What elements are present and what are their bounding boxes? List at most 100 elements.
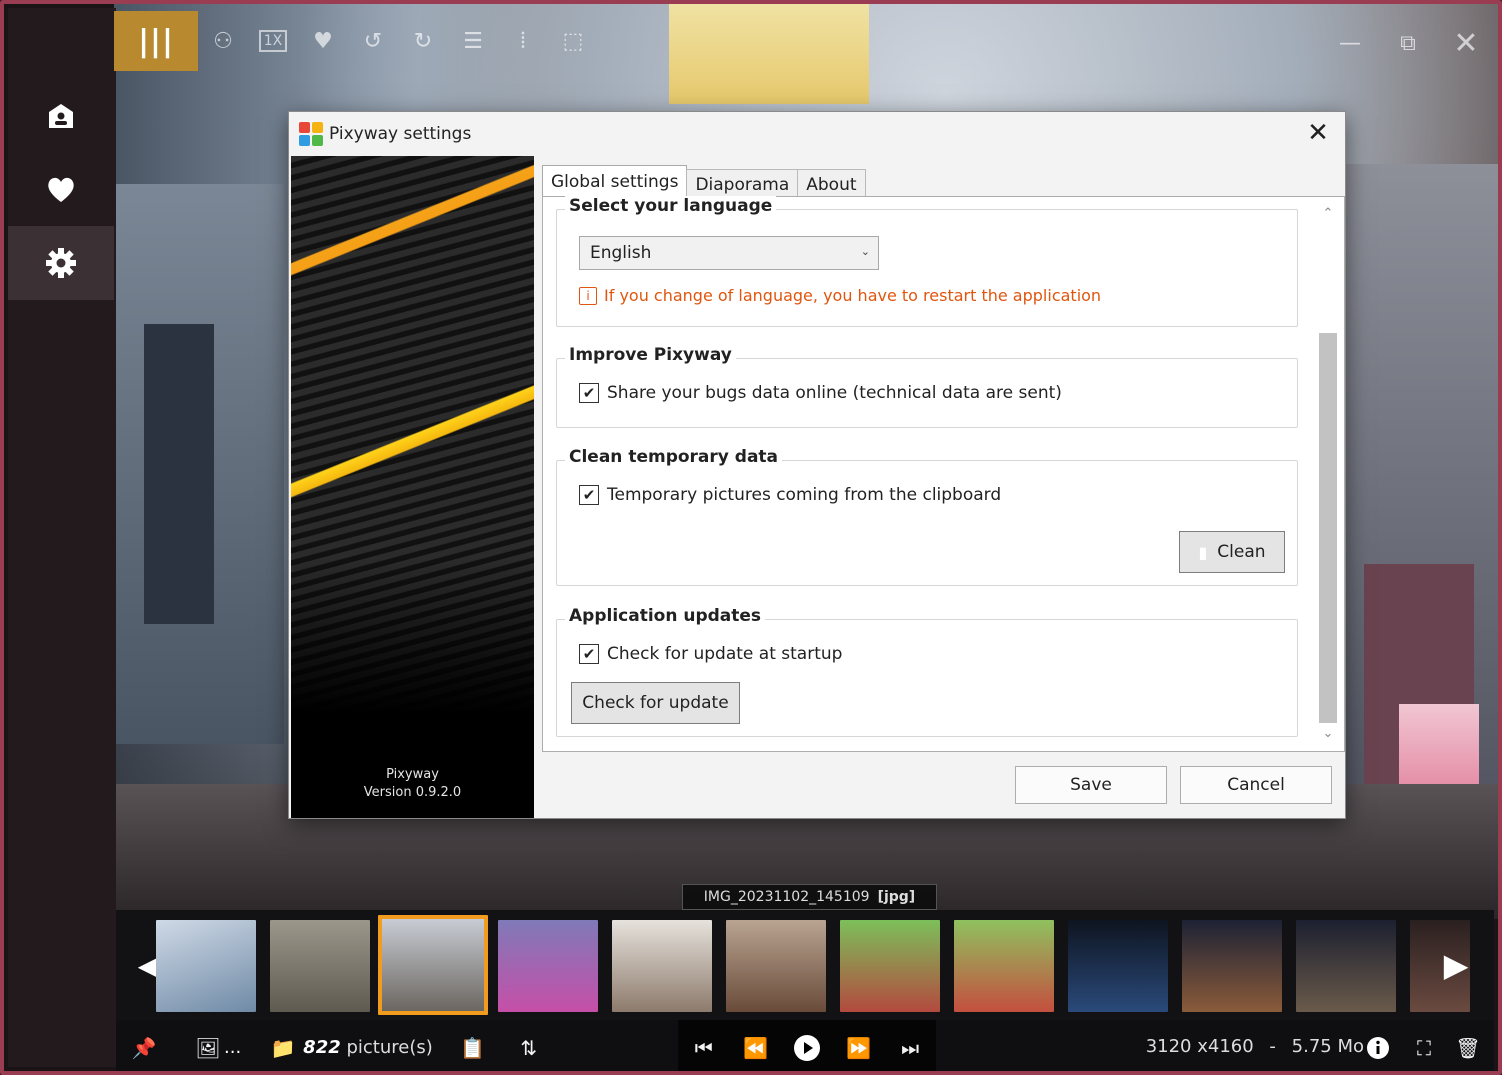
clean-group-title: Clean temporary data	[565, 447, 783, 467]
split-icon[interactable]: ⦙	[498, 16, 548, 66]
settings-banner: Pixyway Version 0.9.2.0	[291, 156, 534, 818]
thumbnail[interactable]	[1182, 920, 1282, 1012]
dialog-titlebar: Pixyway settings	[289, 112, 1345, 156]
language-group: Select your language English ⌄ i If you …	[556, 196, 1298, 327]
first-image-icon[interactable]: ⏮	[684, 1028, 724, 1068]
clean-group: Clean temporary data ✔ Temporary picture…	[556, 447, 1298, 586]
language-selected: English	[590, 243, 652, 263]
app-window: ||| ⚇ 1X ♥ ↺ ↻ ☰ ⦙ ⬚ — ⧉ ✕ Pixyway setti…	[0, 0, 1502, 1075]
thumbnail[interactable]	[954, 920, 1054, 1012]
bottom-bar: 📌 🖼 ... 📁 822 picture(s) 📋 ⇅ ⏮ ⏪ ⏩ ⏭ 312…	[116, 1020, 1494, 1071]
scroll-thumb[interactable]	[1319, 333, 1337, 723]
rotate-left-icon[interactable]: ↺	[348, 16, 398, 66]
image-file-size: 5.75 Mo	[1291, 1036, 1364, 1057]
improve-group: Improve Pixyway ✔ Share your bugs data o…	[556, 345, 1298, 428]
clipboard-checkbox[interactable]: ✔	[579, 485, 599, 505]
pin-icon[interactable]: 📌	[124, 1028, 164, 1068]
window-close-icon[interactable]: ✕	[1446, 18, 1486, 68]
compare-icon[interactable]: ☰	[448, 16, 498, 66]
sidebar	[8, 8, 116, 1067]
thumbnail[interactable]	[1068, 920, 1168, 1012]
play-icon[interactable]	[787, 1028, 827, 1068]
thumbnail[interactable]	[1296, 920, 1396, 1012]
thumbnail[interactable]	[270, 920, 370, 1012]
share-bugs-checkbox-row[interactable]: ✔ Share your bugs data online (technical…	[579, 383, 1062, 403]
language-warning: i If you change of language, you have to…	[579, 286, 1101, 305]
picture-count-unit: picture(s)	[346, 1037, 433, 1058]
home-folder-icon[interactable]	[8, 78, 114, 152]
clean-button[interactable]: ▮ Clean	[1179, 531, 1285, 573]
improve-group-title: Improve Pixyway	[565, 345, 736, 365]
banner-text: Pixyway Version 0.9.2.0	[291, 766, 534, 802]
menu-button[interactable]: |||	[114, 11, 198, 71]
tab-about[interactable]: About	[797, 169, 866, 199]
fast-forward-icon[interactable]: ⏩	[839, 1028, 879, 1068]
zoom-1x-icon[interactable]: 1X	[248, 16, 298, 66]
caption-extension: [jpg]	[877, 889, 916, 905]
share-bugs-checkbox[interactable]: ✔	[579, 383, 599, 403]
minimize-icon[interactable]: —	[1330, 18, 1370, 68]
save-button[interactable]: Save	[1015, 766, 1167, 804]
gallery-icon[interactable]: 🖼	[188, 1028, 228, 1068]
update-startup-label: Check for update at startup	[607, 644, 843, 664]
zoom-label: 1X	[258, 30, 288, 52]
dialog-close-icon[interactable]: ✕	[1303, 120, 1333, 148]
cancel-button[interactable]: Cancel	[1180, 766, 1332, 804]
thumbnail-strip: ◀ ▶	[116, 910, 1494, 1020]
image-caption: IMG_20231102_145109 [jpg]	[682, 884, 937, 910]
thumbnail[interactable]	[498, 920, 598, 1012]
rewind-icon[interactable]: ⏪	[735, 1028, 775, 1068]
folder-icon[interactable]: 📁	[263, 1028, 303, 1068]
settings-scrollbar[interactable]: ⌃ ⌄	[1316, 203, 1340, 745]
thumbnail-selected[interactable]	[378, 915, 488, 1015]
share-bugs-label: Share your bugs data online (technical d…	[607, 383, 1062, 403]
info-warning-icon: i	[579, 286, 597, 305]
clean-button-label: Clean	[1217, 542, 1266, 562]
banner-app-name: Pixyway	[386, 767, 439, 782]
image-info: 3120 x4160 - 5.75 Mo	[1146, 1036, 1364, 1057]
info-icon[interactable]	[1358, 1028, 1398, 1068]
language-select[interactable]: English ⌄	[579, 236, 879, 270]
image-info-separator: -	[1269, 1036, 1276, 1057]
favorite-heart-icon[interactable]: ♥	[298, 16, 348, 66]
last-image-icon[interactable]: ⏭	[890, 1028, 930, 1068]
check-update-button[interactable]: Check for update	[571, 682, 740, 724]
clipboard-icon[interactable]: 📋	[453, 1028, 493, 1068]
restore-icon[interactable]: ⧉	[1388, 18, 1428, 68]
global-settings-panel: Select your language English ⌄ i If you …	[542, 196, 1345, 752]
chevron-down-icon: ⌄	[860, 245, 870, 258]
delete-trash-icon[interactable]: 🗑	[1448, 1028, 1488, 1068]
thumbnail[interactable]	[726, 920, 826, 1012]
caption-filename: IMG_20231102_145109	[703, 889, 870, 905]
thumbs-next-icon[interactable]: ▶	[1438, 942, 1474, 988]
clipboard-checkbox-row[interactable]: ✔ Temporary pictures coming from the cli…	[579, 485, 1001, 505]
settings-tabs: Global settings Diaporama About	[542, 165, 866, 199]
clipboard-label: Temporary pictures coming from the clipb…	[607, 485, 1002, 505]
tab-global-settings[interactable]: Global settings	[542, 165, 688, 199]
photo-sign-nexas	[144, 324, 214, 624]
dialog-title: Pixyway settings	[329, 124, 472, 144]
thumbnail[interactable]	[156, 920, 256, 1012]
settings-gear-icon[interactable]	[8, 226, 114, 300]
heart-icon[interactable]	[8, 152, 114, 226]
crop-icon[interactable]: ⬚	[548, 16, 598, 66]
thumbnail[interactable]	[840, 920, 940, 1012]
fit-screen-icon[interactable]: ⛶	[1404, 1028, 1444, 1068]
tab-diaporama[interactable]: Diaporama	[686, 169, 799, 199]
rotate-right-icon[interactable]: ↻	[398, 16, 448, 66]
update-startup-checkbox[interactable]: ✔	[579, 644, 599, 664]
language-group-title: Select your language	[565, 196, 777, 216]
scroll-down-icon[interactable]: ⌄	[1316, 723, 1340, 745]
slideshow-icon[interactable]: ⚇	[198, 16, 248, 66]
pixyway-logo-icon	[299, 122, 323, 146]
thumbnail[interactable]	[612, 920, 712, 1012]
picture-count-value: 822	[303, 1037, 341, 1058]
sort-icon[interactable]: ⇅	[509, 1028, 549, 1068]
scroll-up-icon[interactable]: ⌃	[1316, 203, 1340, 225]
gallery-more: ...	[224, 1037, 242, 1058]
updates-group: Application updates ✔ Check for update a…	[556, 606, 1298, 737]
update-startup-checkbox-row[interactable]: ✔ Check for update at startup	[579, 644, 842, 664]
updates-group-title: Application updates	[565, 606, 766, 626]
settings-dialog: Pixyway settings ✕ Pixyway Version 0.9.2…	[288, 111, 1346, 819]
image-dimensions: 3120 x4160	[1145, 1036, 1254, 1057]
